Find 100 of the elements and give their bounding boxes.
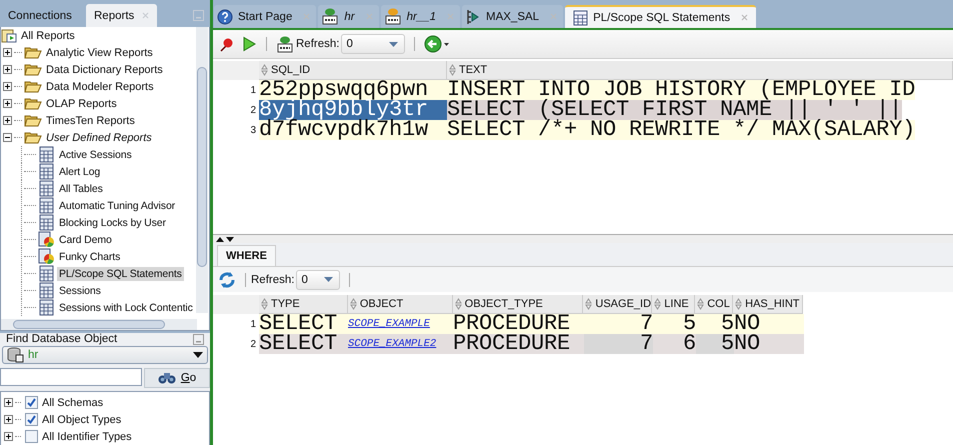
table-report-icon <box>38 265 55 282</box>
table-report-icon <box>38 214 55 231</box>
panel-tab[interactable]: WHERE <box>217 245 276 266</box>
tree-item[interactable]: Blocking Locks by User <box>57 216 168 230</box>
back-icon[interactable] <box>424 35 450 53</box>
row-number: 1 <box>249 84 257 96</box>
row-number: 2 <box>249 104 257 116</box>
sort-icon <box>697 298 704 310</box>
column-header[interactable]: TYPE <box>259 295 348 314</box>
column-header[interactable]: OBJECT_TYPE <box>452 295 584 314</box>
tree-item[interactable]: Funky Charts <box>57 250 122 264</box>
sort-icon <box>454 298 462 310</box>
table-report-icon <box>38 299 55 316</box>
table-cell: 252ppswqq6pwn <box>259 80 447 100</box>
sql-worksheet-icon <box>384 8 402 25</box>
checkbox[interactable] <box>25 413 38 426</box>
editor-tab[interactable]: Start Page <box>214 5 316 28</box>
tree-item[interactable]: User Defined Reports <box>44 130 154 144</box>
refresh-label: Refresh: <box>296 38 340 50</box>
table-cell: 6 <box>653 334 696 354</box>
expand-icon[interactable] <box>4 415 13 424</box>
splitter-arrows-icon[interactable] <box>215 236 235 242</box>
column-header[interactable]: OBJECT <box>348 295 453 314</box>
tree-item[interactable]: OLAP Reports <box>44 96 119 110</box>
refresh-icon[interactable] <box>218 270 236 288</box>
tree-item[interactable]: Alert Log <box>57 164 102 178</box>
folder-icon <box>24 46 42 59</box>
editor-tab[interactable]: hr <box>318 5 379 28</box>
sort-icon <box>654 298 662 310</box>
tree-item[interactable]: Card Demo <box>57 232 114 246</box>
pin-icon[interactable] <box>219 36 235 52</box>
scrollbar[interactable] <box>196 27 208 313</box>
sort-icon <box>261 64 268 76</box>
binoculars-icon <box>158 372 176 384</box>
dropdown-arrow-icon <box>193 352 203 358</box>
tree-item[interactable]: Active Sessions <box>57 148 134 162</box>
editor-tab[interactable]: MAX_SAL <box>462 5 564 28</box>
expand-icon[interactable] <box>3 65 12 74</box>
table-cell: PROCEDURE <box>453 334 584 354</box>
tab-label: PL/Scope SQL Statements <box>593 12 730 24</box>
tree-item[interactable]: TimesTen Reports <box>44 114 137 128</box>
table-cell: 7 <box>584 314 653 334</box>
table-cell: PROCEDURE <box>453 314 584 334</box>
chart-report-icon <box>38 231 55 248</box>
panel-tab[interactable]: Connections <box>0 4 86 27</box>
expand-icon[interactable] <box>3 99 12 108</box>
column-header[interactable]: SQL_ID <box>259 61 447 80</box>
procedure-icon <box>465 8 481 24</box>
expand-icon[interactable] <box>3 116 12 125</box>
folder-icon <box>24 131 42 144</box>
editor-tab[interactable]: PL/Scope SQL Statements <box>565 5 756 28</box>
tree-item[interactable]: Analytic View Reports <box>44 46 155 60</box>
column-header[interactable]: COL <box>695 295 734 314</box>
tree-item[interactable]: PL/Scope SQL Statements <box>57 266 184 280</box>
refresh-dropdown[interactable]: 0 <box>296 270 340 290</box>
table-cell: SELECT <box>259 334 348 354</box>
sort-icon <box>735 298 742 310</box>
refresh-dropdown[interactable]: 0 <box>341 34 406 54</box>
table-cell: 5 <box>696 314 734 334</box>
go-button[interactable]: Go <box>144 368 210 388</box>
run-icon[interactable] <box>241 36 257 52</box>
help-icon <box>217 8 233 24</box>
sql-worksheet-icon <box>321 8 340 25</box>
tree-item[interactable]: Sessions with Lock Contentic <box>57 300 195 314</box>
refresh-label: Refresh: <box>251 274 294 286</box>
expand-icon[interactable] <box>3 48 12 57</box>
tree-item[interactable]: Automatic Tuning Advisor <box>57 198 178 212</box>
column-header[interactable]: USAGE_ID <box>583 295 652 314</box>
tree-item[interactable]: Data Dictionary Reports <box>44 62 165 76</box>
column-header[interactable]: TEXT <box>447 61 953 80</box>
tree-item[interactable]: All Reports <box>19 28 77 42</box>
tree-item[interactable]: Data Modeler Reports <box>44 80 156 94</box>
panel-tab[interactable]: Reports <box>86 4 158 27</box>
sort-icon <box>261 298 268 310</box>
table-report-icon <box>38 282 55 299</box>
search-field[interactable] <box>0 368 142 386</box>
column-header[interactable]: LINE <box>652 295 696 314</box>
expand-icon[interactable] <box>4 432 13 441</box>
scrollbar[interactable] <box>1 319 197 330</box>
folder-icon <box>24 97 42 110</box>
table-cell: 8yjhq9bbly3tr <box>259 100 447 120</box>
tab-label: hr <box>344 10 355 22</box>
table-report-icon <box>573 10 588 26</box>
checkbox[interactable] <box>25 396 38 409</box>
tree-item[interactable]: Sessions <box>57 284 103 298</box>
sort-icon <box>350 298 357 310</box>
connection-dropdown[interactable]: hr <box>2 346 208 364</box>
table-report-icon <box>38 197 55 214</box>
tree-item[interactable]: All Tables <box>57 182 105 196</box>
table-cell: d7fwcvpdk7h1w <box>259 120 447 140</box>
checkbox-label: All Object Types <box>41 412 122 426</box>
checkbox[interactable] <box>25 430 38 443</box>
collapse-icon[interactable] <box>3 133 12 142</box>
folder-icon <box>24 80 42 93</box>
expand-icon[interactable] <box>4 398 13 407</box>
sql-worksheet-icon[interactable] <box>276 36 294 52</box>
table-cell: 5 <box>696 334 734 354</box>
editor-tab[interactable]: hr__1 <box>380 5 460 28</box>
column-header[interactable]: HAS_HINT <box>733 295 803 314</box>
expand-icon[interactable] <box>3 82 12 91</box>
